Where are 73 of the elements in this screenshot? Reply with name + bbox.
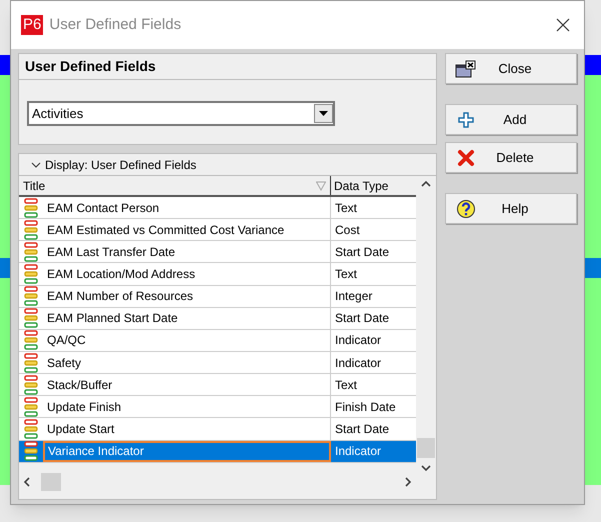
- window-close-icon: [455, 60, 477, 78]
- table-row[interactable]: Stack/Buffer Text: [19, 374, 416, 396]
- table-cell-text: Indicator: [334, 443, 382, 460]
- table-cell: EAM Estimated vs Committed Cost Variance: [43, 219, 331, 240]
- field-icon: [24, 441, 38, 462]
- table-row[interactable]: EAM Last Transfer Date Start Date: [19, 241, 416, 264]
- field-icon: [24, 198, 38, 218]
- table-cell: QA/QC: [43, 330, 331, 351]
- close-button[interactable]: Close: [445, 53, 577, 84]
- table-cell-text: Integer: [334, 288, 374, 306]
- column-header[interactable]: Title: [19, 176, 331, 195]
- table-cell: Variance Indicator: [43, 440, 331, 462]
- field-icon: [24, 264, 38, 284]
- table-row[interactable]: EAM Planned Start Date Start Date: [19, 308, 416, 330]
- table-cell: EAM Planned Start Date: [43, 308, 331, 329]
- delete-button[interactable]: Delete: [445, 142, 577, 173]
- table-cell: EAM Location/Mod Address: [43, 263, 331, 285]
- table-cell-text: Finish Date: [334, 398, 397, 416]
- table-row[interactable]: Variance Indicator Indicator: [19, 440, 416, 464]
- scroll-right-icon: [404, 477, 412, 487]
- table-cell-text: Text: [334, 266, 358, 283]
- table-cell: Update Finish: [43, 396, 331, 418]
- add-button[interactable]: Add: [445, 104, 577, 135]
- table-cell-text: Cost: [334, 222, 361, 239]
- subject-dropdown[interactable]: Activities: [27, 101, 335, 126]
- close-icon[interactable]: [556, 18, 570, 32]
- panel-header: User Defined Fields: [19, 54, 436, 80]
- table-cell-text: Text: [334, 376, 358, 394]
- help-icon: [456, 198, 476, 218]
- field-icon: [24, 396, 38, 417]
- table-cell: Stack/Buffer: [43, 374, 331, 396]
- field-icon: [24, 220, 38, 240]
- table-cell: EAM Last Transfer Date: [43, 241, 331, 262]
- field-icon: [24, 374, 38, 395]
- field-icon: [24, 330, 38, 350]
- table-cell-text: Text: [334, 200, 358, 217]
- table-row[interactable]: Update Start Start Date: [19, 418, 416, 441]
- plus-icon: [458, 112, 474, 128]
- table-cell-text: Indicator: [334, 332, 382, 350]
- display-header[interactable]: Display: User Defined Fields: [19, 154, 436, 176]
- scroll-down-icon: [421, 464, 431, 472]
- scroll-left-icon: [23, 477, 31, 487]
- field-icon: [24, 286, 38, 306]
- table-row[interactable]: QA/QC Indicator: [19, 330, 416, 352]
- table-row[interactable]: EAM Location/Mod Address Text: [19, 263, 416, 286]
- table-cell-text: Indicator: [334, 354, 382, 372]
- field-icon: [24, 418, 38, 439]
- help-button[interactable]: Help: [445, 193, 577, 224]
- table-row[interactable]: EAM Contact Person Text: [19, 197, 416, 220]
- field-icon: [24, 242, 38, 262]
- field-icon: [24, 308, 38, 328]
- filter-icon: [316, 180, 326, 190]
- table-cell: Safety: [43, 352, 331, 374]
- scroll-up-icon: [421, 180, 431, 188]
- dropdown-arrow-icon: [319, 111, 328, 116]
- table-row[interactable]: EAM Estimated vs Committed Cost Variance Cost: [19, 219, 416, 242]
- window-title: User Defined Fields: [49, 14, 182, 35]
- field-icon: [24, 352, 38, 373]
- table-cell-text: Start Date: [334, 310, 390, 328]
- table-cell-text: Start Date: [334, 244, 390, 261]
- table-row[interactable]: Safety Indicator: [19, 352, 416, 374]
- scrollbar-thumb[interactable]: [417, 438, 435, 458]
- table-row[interactable]: Update Finish Finish Date: [19, 396, 416, 418]
- collapse-icon: [31, 162, 41, 168]
- table-cell: Update Start: [43, 418, 331, 440]
- column-header[interactable]: Data Type: [331, 176, 416, 195]
- delete-icon: [457, 148, 475, 166]
- table-cell: EAM Contact Person: [43, 197, 331, 218]
- scrollbar-thumb[interactable]: [41, 473, 61, 491]
- table-row[interactable]: EAM Number of Resources Integer: [19, 286, 416, 308]
- table-cell-text: Start Date: [334, 420, 390, 438]
- app-logo: P6: [21, 15, 44, 35]
- table-cell: EAM Number of Resources: [43, 286, 331, 307]
